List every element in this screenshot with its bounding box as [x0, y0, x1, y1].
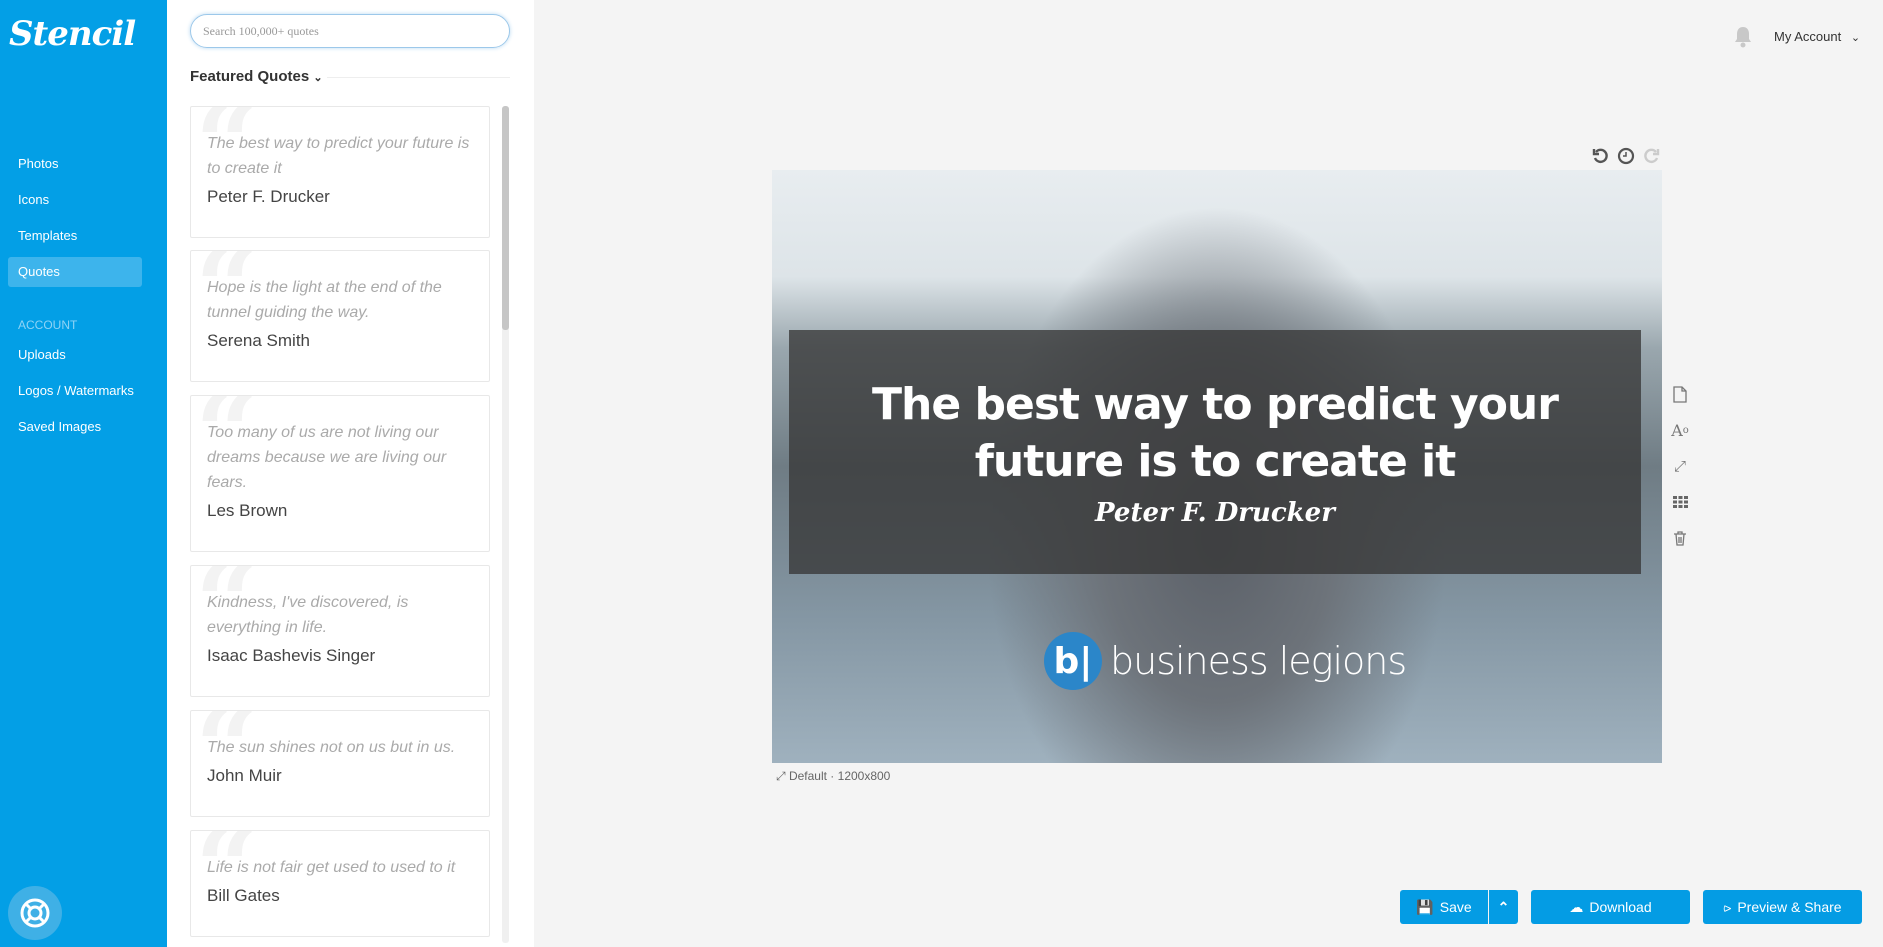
- bell-icon[interactable]: [1733, 26, 1753, 48]
- my-account-menu[interactable]: My Account ⌄: [1774, 29, 1860, 44]
- quote-author: John Muir: [207, 766, 282, 785]
- sidebar-item-saved-images[interactable]: Saved Images: [8, 412, 142, 442]
- preview-share-label: Preview & Share: [1737, 899, 1842, 915]
- account-heading: ACCOUNT: [18, 318, 78, 332]
- sidebar-item-photos[interactable]: Photos: [8, 149, 142, 179]
- divider: [327, 77, 510, 78]
- quote-text: Too many of us are not living our dreams…: [207, 424, 447, 491]
- sidebar-item-icons[interactable]: Icons: [8, 185, 142, 215]
- quote-text: The best way to predict your future is t…: [207, 135, 470, 177]
- chevron-down-icon: ⌄: [1850, 32, 1861, 44]
- canvas-quote-text[interactable]: The best way to predict your future is t…: [789, 376, 1641, 490]
- watermark-logo[interactable]: b| business legions: [1044, 632, 1407, 690]
- quote-text: Life is not fair get used to used to it: [207, 859, 456, 876]
- sidebar: Stencil Photos Icons Templates Quotes AC…: [0, 0, 167, 947]
- quote-card[interactable]: “Too many of us are not living our dream…: [190, 395, 490, 552]
- grid-icon[interactable]: [1670, 492, 1690, 512]
- lifebuoy-icon: [20, 898, 50, 928]
- quote-author: Serena Smith: [207, 331, 310, 350]
- quote-author: Les Brown: [207, 501, 288, 520]
- save-options-button[interactable]: ⌃: [1489, 890, 1518, 924]
- account-label: My Account: [1774, 29, 1842, 44]
- search-input[interactable]: Search 100,000+ quotes: [190, 14, 510, 48]
- sidebar-item-logos-watermarks[interactable]: Logos / Watermarks: [8, 376, 142, 406]
- scrollbar-thumb[interactable]: [502, 106, 509, 330]
- cloud-download-icon: ☁: [1569, 898, 1584, 915]
- quote-card[interactable]: “Kindness, I've discovered, is everythin…: [190, 565, 490, 697]
- watermark-text: business legions: [1110, 639, 1407, 683]
- quote-card[interactable]: “The sun shines not on us but in us. John…: [190, 710, 490, 817]
- redo-icon[interactable]: [1642, 147, 1660, 165]
- chevron-down-icon: ⌄: [313, 72, 323, 84]
- download-button[interactable]: ☁ Download: [1531, 890, 1690, 924]
- history-icon[interactable]: [1617, 147, 1635, 165]
- floppy-disk-icon: 💾: [1416, 898, 1434, 915]
- quote-author: Peter F. Drucker: [207, 187, 330, 206]
- quote-text: The sun shines not on us but in us.: [207, 739, 456, 756]
- quote-card[interactable]: “Hope is the light at the end of the tun…: [190, 250, 490, 382]
- preview-share-button[interactable]: ⪧ Preview & Share: [1703, 890, 1862, 924]
- canvas-size-label[interactable]: ⤢ Default · 1200x800: [776, 769, 890, 784]
- quote-author: Bill Gates: [207, 886, 280, 905]
- download-label: Download: [1589, 899, 1652, 915]
- resize-icon: ⤢: [776, 769, 786, 783]
- sidebar-item-uploads[interactable]: Uploads: [8, 340, 142, 370]
- featured-quotes-dropdown[interactable]: Featured Quotes ⌄: [190, 68, 323, 85]
- sidebar-item-templates[interactable]: Templates: [8, 221, 142, 251]
- quotes-scrollbar[interactable]: [502, 106, 509, 943]
- help-button[interactable]: [8, 886, 62, 940]
- size-text: Default · 1200x800: [788, 769, 891, 783]
- quote-overlay[interactable]: The best way to predict your future is t…: [789, 330, 1641, 574]
- quote-author: Isaac Bashevis Singer: [207, 646, 376, 665]
- trash-icon[interactable]: [1670, 528, 1690, 548]
- undo-icon[interactable]: [1592, 147, 1610, 165]
- design-canvas[interactable]: The best way to predict your future is t…: [772, 170, 1662, 763]
- sidebar-item-quotes[interactable]: Quotes: [8, 257, 142, 287]
- quote-card[interactable]: “The best way to predict your future is …: [190, 106, 490, 238]
- quote-text: Kindness, I've discovered, is everything…: [207, 594, 409, 636]
- text-add-icon[interactable]: Ao: [1670, 420, 1690, 440]
- save-label: Save: [1439, 899, 1472, 915]
- resize-icon[interactable]: ⤢: [1670, 456, 1690, 476]
- share-icon: ⪧: [1723, 898, 1732, 915]
- quote-text: Hope is the light at the end of the tunn…: [207, 279, 442, 321]
- page-icon[interactable]: [1670, 384, 1690, 404]
- stencil-logo[interactable]: Stencil: [9, 14, 136, 54]
- canvas-quote-author[interactable]: Peter F. Drucker: [789, 498, 1641, 528]
- watermark-logo-mark: b|: [1044, 632, 1102, 690]
- chevron-up-icon: ⌃: [1497, 898, 1510, 915]
- save-button[interactable]: 💾 Save: [1400, 890, 1488, 924]
- section-title: Featured Quotes: [190, 68, 310, 85]
- quote-card[interactable]: “Life is not fair get used to used to it…: [190, 830, 490, 937]
